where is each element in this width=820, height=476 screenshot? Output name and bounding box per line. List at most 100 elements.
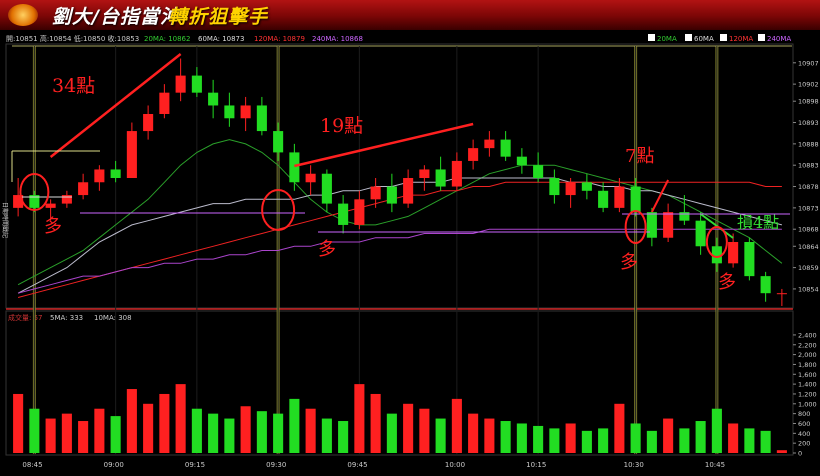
annotation-label: 7點 <box>625 146 654 167</box>
candle-body <box>289 152 300 183</box>
price-volume-chart[interactable]: 開:10851 高:10854 低:10850 收:10853 20MA: 10… <box>0 30 820 476</box>
ma120-readout: 120MA: 10879 <box>254 35 305 43</box>
ohlc-readout: 開:10851 高:10854 低:10850 收:10853 <box>6 34 139 43</box>
price-tick-label: 10873 <box>798 204 819 212</box>
volume-ma5-readout: 5MA: 333 <box>50 314 83 322</box>
price-tick-label: 10859 <box>798 264 819 272</box>
volume-tick-label: 0 <box>798 450 802 458</box>
price-tick-label: 10902 <box>798 81 819 89</box>
candle-body <box>435 169 446 187</box>
price-tick-label: 10864 <box>798 243 819 251</box>
candle-body <box>273 131 284 153</box>
volume-bar <box>419 408 430 453</box>
volume-tick-label: 400 <box>798 430 810 438</box>
volume-bar <box>321 418 332 453</box>
time-tick-label: 09:15 <box>185 461 205 469</box>
candle-body <box>94 169 105 183</box>
volume-bar <box>614 403 625 453</box>
volume-bar <box>565 423 576 453</box>
candle-body <box>305 173 316 183</box>
time-tick-label: 09:45 <box>347 461 367 469</box>
volume-bar <box>29 408 40 453</box>
candle-body <box>338 203 349 225</box>
candle-body <box>565 182 576 196</box>
candle-body <box>646 212 657 238</box>
ma60-readout: 60MA: 10873 <box>198 35 244 43</box>
legend-checkbox-120ma[interactable] <box>720 34 727 41</box>
volume-bar <box>695 421 706 453</box>
legend-checkbox-240ma[interactable] <box>758 34 765 41</box>
title-banner: 劉大/台指當沖 轉折狙擊手 <box>0 0 820 30</box>
volume-bar <box>208 413 219 453</box>
candle-body <box>370 186 381 200</box>
candle-body <box>598 190 609 208</box>
candle-body <box>256 105 267 132</box>
candle-body <box>175 75 186 93</box>
annotation-label: 多 <box>718 272 736 293</box>
legend-120ma: 120MA <box>729 35 753 43</box>
ma20-readout: 20MA: 10862 <box>144 35 190 43</box>
candle-body <box>419 169 430 178</box>
annotation-label: 19點 <box>320 115 363 137</box>
volume-bar <box>175 384 186 453</box>
volume-bar <box>468 413 479 453</box>
volume-bar <box>305 408 316 453</box>
volume-tick-label: 1,200 <box>798 390 817 398</box>
legend-240ma: 240MA <box>767 35 791 43</box>
volume-bar <box>549 428 560 453</box>
volume-bar <box>435 418 446 453</box>
banner-title: 劉大/台指當沖 <box>52 6 180 28</box>
candle-body <box>240 105 251 119</box>
volume-bar <box>500 421 511 453</box>
legend-checkbox-20ma[interactable] <box>648 34 655 41</box>
volume-tick-label: 800 <box>798 410 810 418</box>
volume-bar <box>403 403 414 453</box>
volume-tick-label: 2,400 <box>798 331 817 339</box>
volume-bar <box>61 413 72 453</box>
volume-bar <box>386 413 397 453</box>
volume-tick-label: 1,000 <box>798 400 817 408</box>
volume-readout: 成交量: 57 <box>8 313 43 322</box>
price-tick-label: 10898 <box>798 98 819 106</box>
candle-body <box>614 186 625 208</box>
candle-body <box>224 105 235 119</box>
time-tick-label: 09:30 <box>266 461 286 469</box>
volume-tick-label: 200 <box>798 440 810 448</box>
volume-bar <box>110 416 121 453</box>
candle-body <box>61 195 72 204</box>
legend-checkbox-60ma[interactable] <box>685 34 692 41</box>
candle-body <box>208 92 219 106</box>
price-tick-label: 10888 <box>798 140 819 148</box>
volume-tick-label: 2,000 <box>798 351 817 359</box>
volume-bar <box>126 389 137 453</box>
candle-body <box>711 246 722 264</box>
annotation-label: 多 <box>318 239 336 260</box>
price-tick-label: 10907 <box>798 59 819 67</box>
price-tick-label: 10868 <box>798 226 819 234</box>
volume-bar <box>159 393 170 453</box>
volume-bar <box>533 425 544 453</box>
candle-body <box>110 169 121 178</box>
volume-bar <box>143 403 154 453</box>
annotation-label: 34點 <box>52 75 95 97</box>
annotation-label: 多 <box>620 252 638 273</box>
volume-bar <box>289 398 300 453</box>
candle-body <box>679 212 690 221</box>
volume-bar <box>354 384 365 453</box>
candle-body <box>744 242 755 277</box>
candle-body <box>321 173 332 204</box>
candle-body <box>126 131 137 178</box>
annotation-label: 損4點 <box>737 213 779 232</box>
candle-body <box>403 178 414 204</box>
price-tick-label: 10893 <box>798 119 819 127</box>
candle-body <box>581 182 592 191</box>
volume-bar <box>224 418 235 453</box>
volume-bar <box>711 408 722 453</box>
legend-20ma: 20MA <box>657 35 677 43</box>
volume-bar <box>45 418 56 453</box>
time-tick-label: 10:15 <box>526 461 546 469</box>
candle-body <box>468 148 479 161</box>
banner-subtitle: 轉折狙擊手 <box>168 6 269 28</box>
candle-body <box>45 203 56 208</box>
volume-bar <box>370 393 381 453</box>
